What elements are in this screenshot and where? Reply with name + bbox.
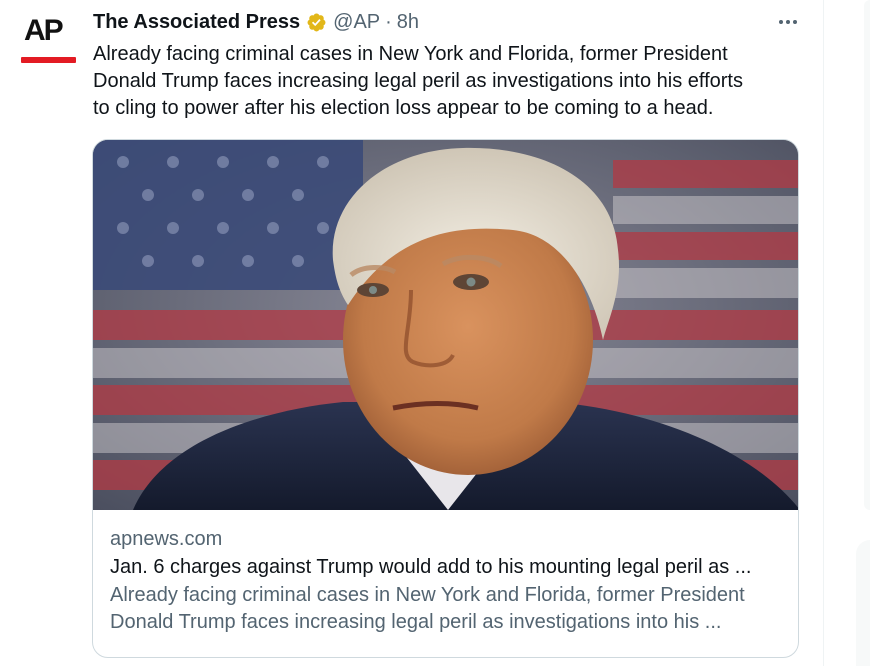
link-card[interactable]: apnews.com Jan. 6 charges against Trump … [92,139,799,658]
trump-portrait-image [93,140,798,510]
card-photo[interactable] [93,140,798,510]
tweet-text-line: Already facing criminal cases in New Yor… [93,43,728,65]
sidebar-panel-edge [864,0,870,510]
more-horizontal-icon[interactable] [774,10,802,34]
tweet-text: Already facing criminal cases in New Yor… [93,41,793,122]
card-description: Already facing criminal cases in New Yor… [110,582,790,636]
column-divider [823,0,824,666]
ap-logo-bar [21,57,76,63]
avatar[interactable]: AP [20,12,76,68]
card-headline[interactable]: Jan. 6 charges against Trump would add t… [110,552,790,582]
author-name[interactable]: The Associated Press [93,11,300,34]
card-description-line: Donald Trump faces increasing legal peri… [110,611,722,633]
verified-badge-icon[interactable] [306,12,327,33]
ap-logo-text: AP [24,14,64,47]
sidebar-panel-edge-lower [856,540,870,666]
author-handle[interactable]: @AP [333,11,380,34]
card-domain: apnews.com [110,528,223,550]
card-description-line: Already facing criminal cases in New Yor… [110,584,745,606]
tweet-header: The Associated Press @AP · 8h [93,9,419,35]
tweet-text-line: to cling to power after his election los… [93,97,714,119]
card-meta: apnews.com Jan. 6 charges against Trump … [110,526,790,636]
tweet-text-line: Donald Trump faces increasing legal peri… [93,70,743,92]
separator-dot: · [385,10,392,33]
tweet-timestamp[interactable]: 8h [397,11,419,34]
